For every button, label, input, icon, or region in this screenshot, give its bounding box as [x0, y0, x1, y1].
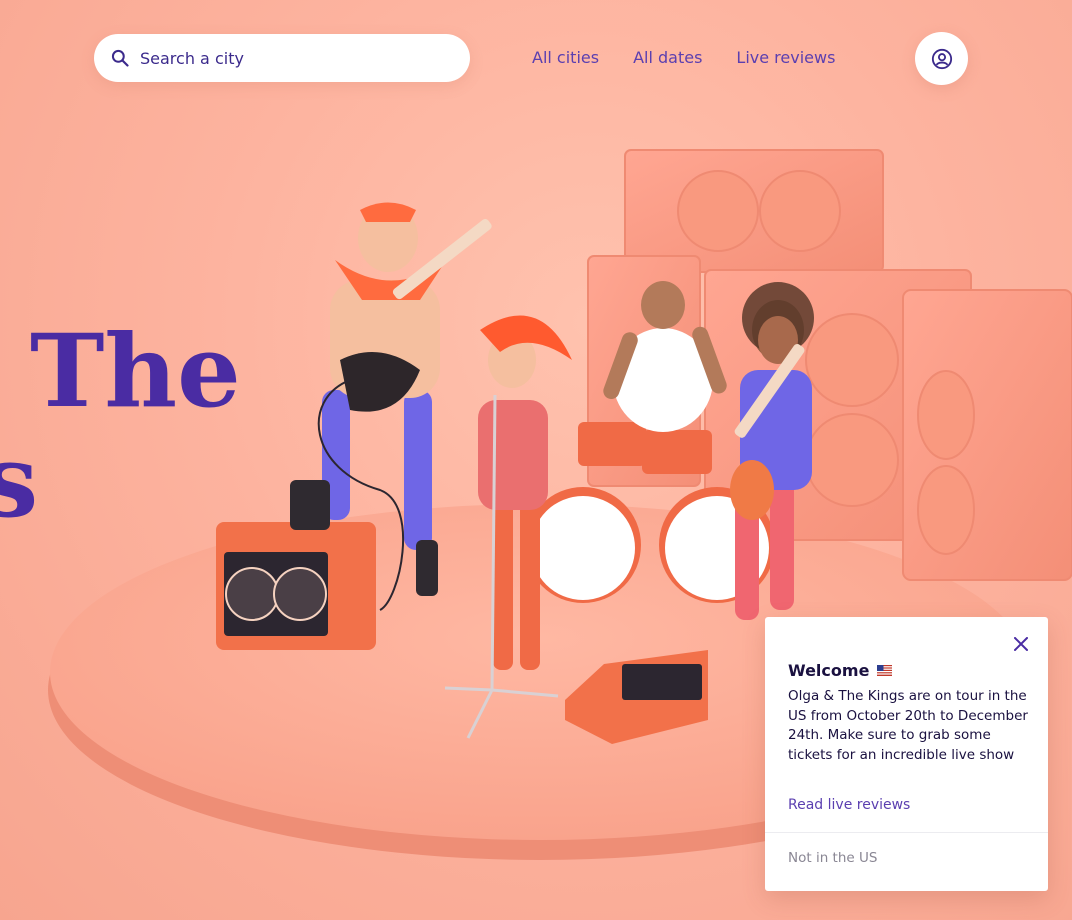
main-nav: All cities All dates Live reviews — [532, 48, 835, 68]
headline-line-3: gs — [0, 422, 39, 540]
band-headline: a The gs — [0, 206, 260, 546]
card-divider — [765, 832, 1048, 833]
headline-line-2: The — [30, 312, 241, 430]
welcome-message: Olga & The Kings are on tour in the US f… — [788, 688, 1028, 763]
welcome-title: Welcome — [788, 661, 870, 680]
welcome-popup: Welcome Olga & The Kings are on tour in … — [765, 617, 1048, 891]
profile-button[interactable] — [915, 32, 968, 85]
search-input[interactable] — [140, 48, 440, 68]
search-bar[interactable] — [94, 34, 470, 82]
nav-live-reviews[interactable]: Live reviews — [736, 48, 835, 68]
user-icon — [931, 48, 952, 69]
nav-all-dates[interactable]: All dates — [633, 48, 702, 68]
search-icon — [111, 49, 129, 67]
nav-all-cities[interactable]: All cities — [532, 48, 599, 68]
close-button[interactable] — [1010, 633, 1032, 655]
welcome-header: Welcome — [788, 661, 893, 680]
read-reviews-link[interactable]: Read live reviews — [788, 797, 910, 813]
not-in-us-button[interactable]: Not in the US — [788, 850, 877, 866]
us-flag-icon — [877, 665, 893, 676]
close-icon — [1014, 637, 1028, 651]
